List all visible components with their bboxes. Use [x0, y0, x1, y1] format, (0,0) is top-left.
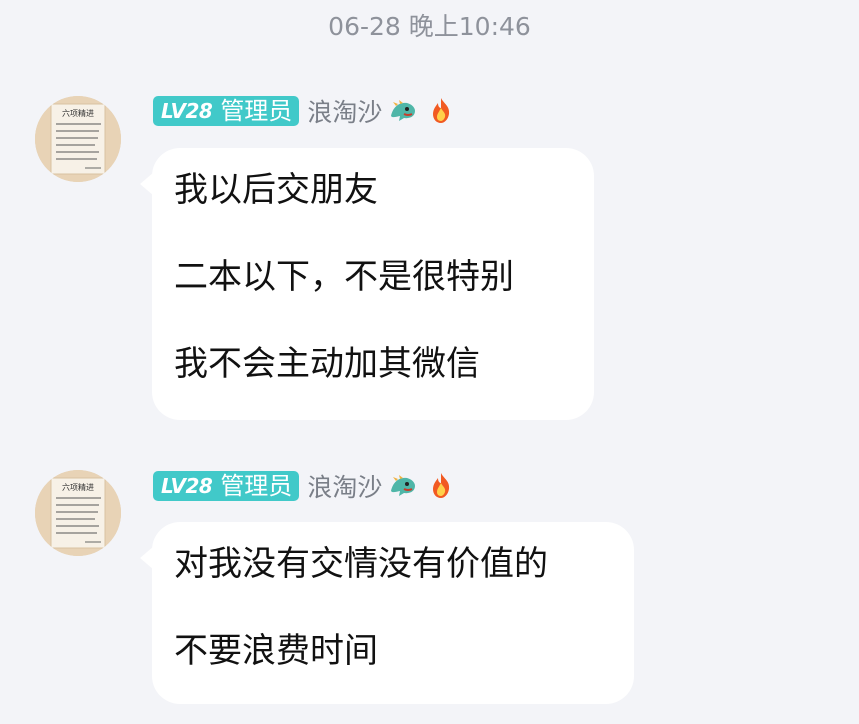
fire-icon: [424, 469, 458, 503]
sender-meta: LV28 管理员 浪淘沙: [153, 469, 458, 503]
sender-name[interactable]: 浪淘沙: [307, 468, 382, 504]
level-label: LV28: [161, 474, 213, 498]
sender-meta: LV28 管理员 浪淘沙: [153, 94, 458, 128]
avatar[interactable]: 六项精进: [35, 470, 121, 556]
avatar-title: 六项精进: [62, 108, 94, 118]
calligraphy-avatar-icon: 六项精进: [35, 96, 121, 182]
sender-name[interactable]: 浪淘沙: [307, 93, 382, 129]
message-bubble[interactable]: 对我没有交情没有价值的 不要浪费时间: [140, 522, 634, 704]
dragon-icon: [386, 469, 420, 503]
role-label: 管理员: [220, 472, 293, 500]
role-label: 管理员: [220, 97, 293, 125]
avatar[interactable]: 六项精进: [35, 96, 121, 182]
fire-icon: [424, 94, 458, 128]
avatar-title: 六项精进: [62, 482, 94, 492]
message-bubble[interactable]: 我以后交朋友 二本以下，不是很特别 我不会主动加其微信: [140, 148, 594, 420]
calligraphy-avatar-icon: 六项精进: [35, 470, 121, 556]
message-line: 我不会主动加其微信: [174, 344, 480, 384]
message-line: 对我没有交情没有价值的: [174, 544, 548, 584]
level-label: LV28: [161, 99, 213, 123]
message-line: 二本以下，不是很特别: [174, 257, 514, 297]
message-line: 不要浪费时间: [174, 631, 378, 671]
level-badge: LV28 管理员: [153, 471, 300, 501]
level-badge: LV28 管理员: [153, 96, 300, 126]
dragon-icon: [386, 94, 420, 128]
message-line: 我以后交朋友: [174, 170, 378, 210]
chat-timestamp: 06-28 晚上10:46: [328, 12, 531, 41]
